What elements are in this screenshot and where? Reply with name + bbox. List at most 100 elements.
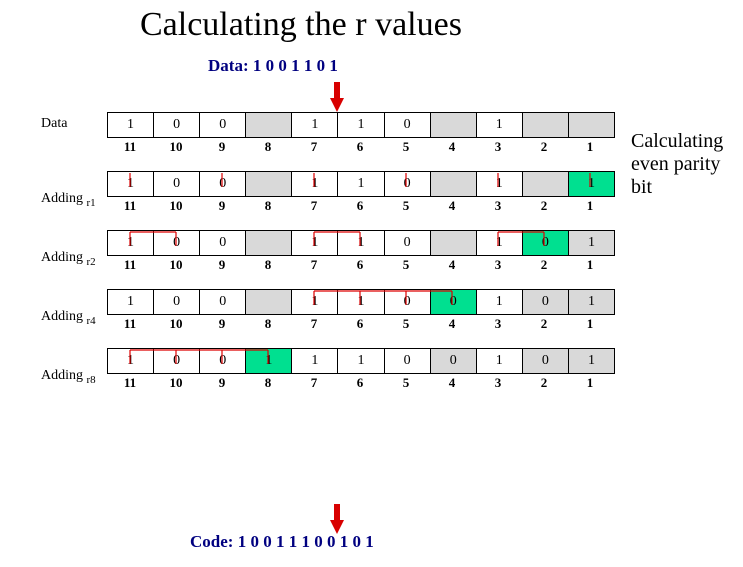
- cell: [245, 172, 291, 196]
- position-index: 1: [567, 256, 613, 273]
- position-index: 11: [107, 374, 153, 391]
- cell: 0: [199, 113, 245, 137]
- cell: 1: [108, 290, 153, 314]
- position-index: 7: [291, 138, 337, 155]
- side-note-l3: bit: [631, 176, 652, 198]
- position-index: 6: [337, 256, 383, 273]
- cell: 0: [384, 172, 430, 196]
- cell: 0: [430, 349, 476, 373]
- cell: [430, 113, 476, 137]
- cell: 1: [337, 349, 383, 373]
- position-index: 7: [291, 197, 337, 214]
- position-index: 6: [337, 138, 383, 155]
- cell: 1: [108, 231, 153, 255]
- position-index: 3: [475, 315, 521, 332]
- position-index: 6: [337, 197, 383, 214]
- cell: 1: [337, 113, 383, 137]
- cell: 0: [384, 113, 430, 137]
- cell: 1: [337, 290, 383, 314]
- side-note-l2: even parity: [631, 153, 720, 175]
- cell: 1: [108, 349, 153, 373]
- position-index: 4: [429, 256, 475, 273]
- page-title: Calculating the r values: [140, 6, 462, 44]
- cell: 1: [337, 231, 383, 255]
- position-index: 5: [383, 197, 429, 214]
- position-index: 8: [245, 315, 291, 332]
- position-index: 9: [199, 374, 245, 391]
- position-index: 3: [475, 197, 521, 214]
- position-index: 8: [245, 374, 291, 391]
- cell: [245, 231, 291, 255]
- cell: 1: [291, 290, 337, 314]
- cell: 0: [153, 290, 199, 314]
- position-index: 3: [475, 138, 521, 155]
- table-row: Data10011011110987654321: [41, 112, 615, 155]
- position-index: 7: [291, 374, 337, 391]
- cells: 1001100101: [107, 289, 615, 315]
- cell: 1: [568, 172, 614, 196]
- cell: 1: [476, 172, 522, 196]
- position-index: 9: [199, 315, 245, 332]
- cell: 1: [291, 231, 337, 255]
- table-row: Adding r21001101011110987654321: [41, 230, 615, 273]
- cell: 0: [199, 349, 245, 373]
- data-heading: Data: 1 0 0 1 1 0 1: [208, 56, 338, 76]
- position-index: 5: [383, 256, 429, 273]
- diagram: Data10011011110987654321Adding r11001101…: [41, 78, 615, 397]
- cell: 0: [522, 349, 568, 373]
- cells: 10011011: [107, 171, 615, 197]
- cell: 1: [291, 349, 337, 373]
- cell: 0: [153, 113, 199, 137]
- cell: 1: [108, 172, 153, 196]
- code-heading: Code: 1 0 0 1 1 1 0 0 1 0 1: [190, 532, 374, 552]
- position-index: 10: [153, 256, 199, 273]
- cell: 0: [430, 290, 476, 314]
- position-index: 8: [245, 138, 291, 155]
- row-label: Adding r4: [41, 309, 107, 327]
- cell: 0: [153, 231, 199, 255]
- cell: 0: [522, 290, 568, 314]
- position-index: 2: [521, 138, 567, 155]
- position-index: 10: [153, 197, 199, 214]
- cell: 1: [476, 349, 522, 373]
- cell: [568, 113, 614, 137]
- position-index: 1: [567, 374, 613, 391]
- table-row: Adding r1100110111110987654321: [41, 171, 615, 214]
- position-index: 4: [429, 374, 475, 391]
- cell: 0: [153, 172, 199, 196]
- position-index: 6: [337, 315, 383, 332]
- side-note: Calculating even parity bit: [631, 130, 723, 199]
- cell: 1: [568, 290, 614, 314]
- cell: 1: [476, 290, 522, 314]
- side-note-l1: Calculating: [631, 130, 723, 152]
- position-index: 2: [521, 374, 567, 391]
- position-index: 11: [107, 138, 153, 155]
- arrow-bottom-head: [330, 520, 344, 534]
- position-index: 9: [199, 256, 245, 273]
- position-index: 1: [567, 315, 613, 332]
- cell: [522, 113, 568, 137]
- position-index: 3: [475, 374, 521, 391]
- row-label: Adding r1: [41, 191, 107, 209]
- position-index: 7: [291, 256, 337, 273]
- cell: 1: [568, 231, 614, 255]
- cell: [245, 290, 291, 314]
- cells: 1001101: [107, 112, 615, 138]
- cell: 1: [291, 113, 337, 137]
- position-index: 11: [107, 315, 153, 332]
- cell: 1: [337, 172, 383, 196]
- cell: 1: [291, 172, 337, 196]
- position-index: 10: [153, 374, 199, 391]
- position-index: 9: [199, 138, 245, 155]
- arrow-bottom-stem: [334, 504, 340, 520]
- cell: 0: [199, 172, 245, 196]
- position-index: 5: [383, 138, 429, 155]
- cell: 0: [199, 290, 245, 314]
- index-row: 1110987654321: [107, 374, 613, 391]
- position-index: 1: [567, 197, 613, 214]
- position-index: 10: [153, 138, 199, 155]
- position-index: 3: [475, 256, 521, 273]
- position-index: 10: [153, 315, 199, 332]
- row-label: Data: [41, 116, 107, 132]
- position-index: 1: [567, 138, 613, 155]
